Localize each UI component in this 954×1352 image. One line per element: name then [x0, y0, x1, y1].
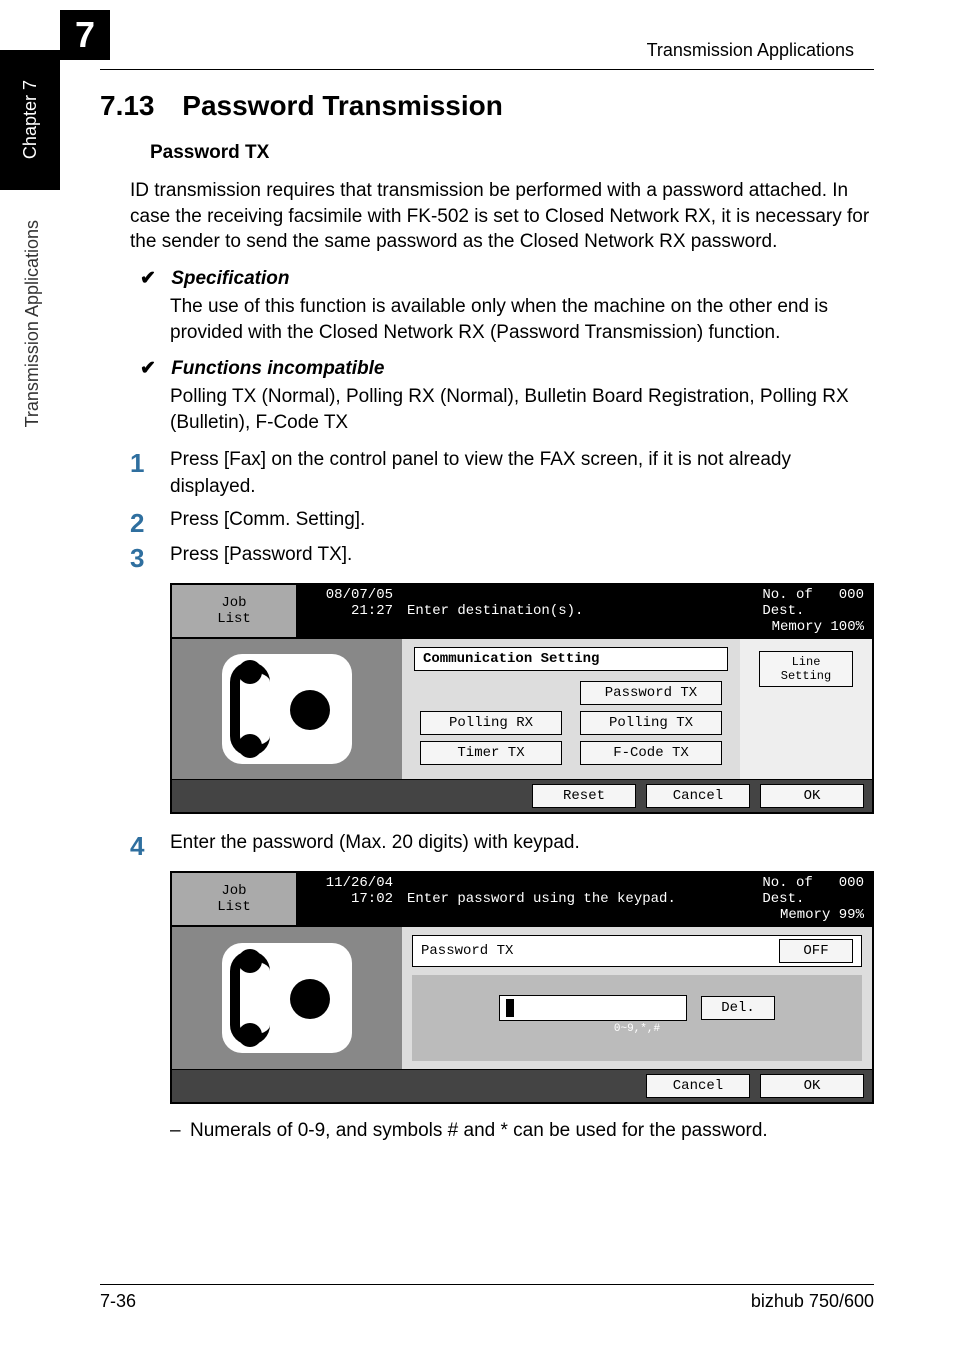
spec-label: Specification — [171, 268, 289, 289]
cancel-button[interactable]: Cancel — [646, 1074, 750, 1098]
step-number: 4 — [130, 830, 170, 859]
step-3-text: Press [Password TX]. — [170, 542, 874, 571]
chapter-number-box: 7 — [60, 10, 110, 60]
dash: – — [170, 1120, 190, 1142]
incompat-label: Functions incompatible — [171, 358, 384, 379]
section-number: 7.13 — [100, 90, 155, 121]
intro-paragraph: ID transmission requires that transmissi… — [130, 178, 874, 255]
checkmark-icon: ✔ — [140, 358, 156, 379]
spec-text: The use of this function is available on… — [170, 294, 874, 345]
phone-icon-panel — [172, 639, 402, 779]
phone-icon-panel — [172, 927, 402, 1069]
dest-label: No. of Dest. — [762, 875, 812, 907]
phone-icon — [222, 654, 352, 764]
memory-label: Memory — [772, 619, 822, 635]
chapter-tab: Chapter 7 — [0, 50, 60, 190]
polling-rx-button[interactable]: Polling RX — [420, 711, 562, 735]
incompat-text: Polling TX (Normal), Polling RX (Normal)… — [170, 384, 874, 435]
status-message: Enter destination(s). — [399, 585, 706, 637]
polling-tx-button[interactable]: Polling TX — [580, 711, 722, 735]
screenshot-comm-setting: Job List 08/07/05 21:27 Enter destinatio… — [170, 583, 874, 814]
phone-icon — [222, 943, 352, 1053]
dest-count: 000 — [839, 875, 864, 907]
incompat-check: ✔ Functions incompatible — [140, 357, 874, 380]
dest-count: 000 — [839, 587, 864, 619]
dest-label: No. of Dest. — [762, 587, 812, 619]
ok-button[interactable]: OK — [760, 784, 864, 808]
datetime: 11/26/04 17:02 — [297, 873, 399, 925]
timer-tx-button[interactable]: Timer TX — [420, 741, 562, 765]
status-message: Enter password using the keypad. — [399, 873, 706, 925]
step-4-sub-text: Numerals of 0-9, and symbols # and * can… — [190, 1120, 768, 1142]
blank-cell — [420, 681, 562, 705]
status-right: No. of Dest. 000 Memory 100% — [706, 585, 872, 637]
memory-label: Memory — [780, 907, 830, 923]
step-3: 3 Press [Password TX]. — [130, 542, 874, 571]
subsection-title: Password TX — [150, 142, 874, 164]
password-input[interactable] — [499, 995, 687, 1021]
text-cursor — [506, 999, 514, 1017]
job-list-button[interactable]: Job List — [172, 873, 297, 925]
memory-value: 99% — [839, 907, 864, 923]
fcode-tx-button[interactable]: F-Code TX — [580, 741, 722, 765]
job-list-button[interactable]: Job List — [172, 585, 297, 637]
off-button[interactable]: OFF — [779, 939, 853, 963]
line-setting-button[interactable]: Line Setting — [759, 651, 853, 687]
step-2: 2 Press [Comm. Setting]. — [130, 507, 874, 536]
step-2-text: Press [Comm. Setting]. — [170, 507, 874, 536]
step-4-sub: – Numerals of 0-9, and symbols # and * c… — [170, 1120, 874, 1142]
section-title-text: Password Transmission — [182, 90, 503, 121]
step-1: 1 Press [Fax] on the control panel to vi… — [130, 447, 874, 500]
product-name: bizhub 750/600 — [751, 1291, 874, 1312]
reset-button[interactable]: Reset — [532, 784, 636, 808]
datetime: 08/07/05 21:27 — [297, 585, 399, 637]
header-divider — [100, 69, 874, 70]
step-1-text: Press [Fax] on the control panel to view… — [170, 447, 874, 500]
memory-value: 100% — [830, 619, 864, 635]
section-title: 7.13 Password Transmission — [100, 90, 874, 122]
page-number: 7-36 — [100, 1291, 136, 1312]
checkmark-icon: ✔ — [140, 268, 156, 289]
panel-title: Password TX — [421, 943, 513, 959]
chapter-label: Chapter 7 — [20, 80, 41, 159]
password-tx-button[interactable]: Password TX — [580, 681, 722, 705]
step-number: 1 — [130, 447, 170, 500]
cancel-button[interactable]: Cancel — [646, 784, 750, 808]
step-4-text: Enter the password (Max. 20 digits) with… — [170, 830, 874, 859]
running-header: Transmission Applications — [100, 40, 854, 61]
spec-check: ✔ Specification — [140, 267, 874, 290]
side-text: Transmission Applications — [22, 220, 43, 427]
status-right: No. of Dest. 000 Memory 99% — [706, 873, 872, 925]
panel-title: Communication Setting — [414, 647, 728, 671]
screenshot-password-tx: Job List 11/26/04 17:02 Enter password u… — [170, 871, 874, 1104]
ok-button[interactable]: OK — [760, 1074, 864, 1098]
step-number: 3 — [130, 542, 170, 571]
step-4: 4 Enter the password (Max. 20 digits) wi… — [130, 830, 874, 859]
step-number: 2 — [130, 507, 170, 536]
del-button[interactable]: Del. — [701, 996, 775, 1020]
input-hint: 0~9,*,# — [614, 1023, 660, 1035]
page-footer: 7-36 bizhub 750/600 — [100, 1284, 874, 1312]
